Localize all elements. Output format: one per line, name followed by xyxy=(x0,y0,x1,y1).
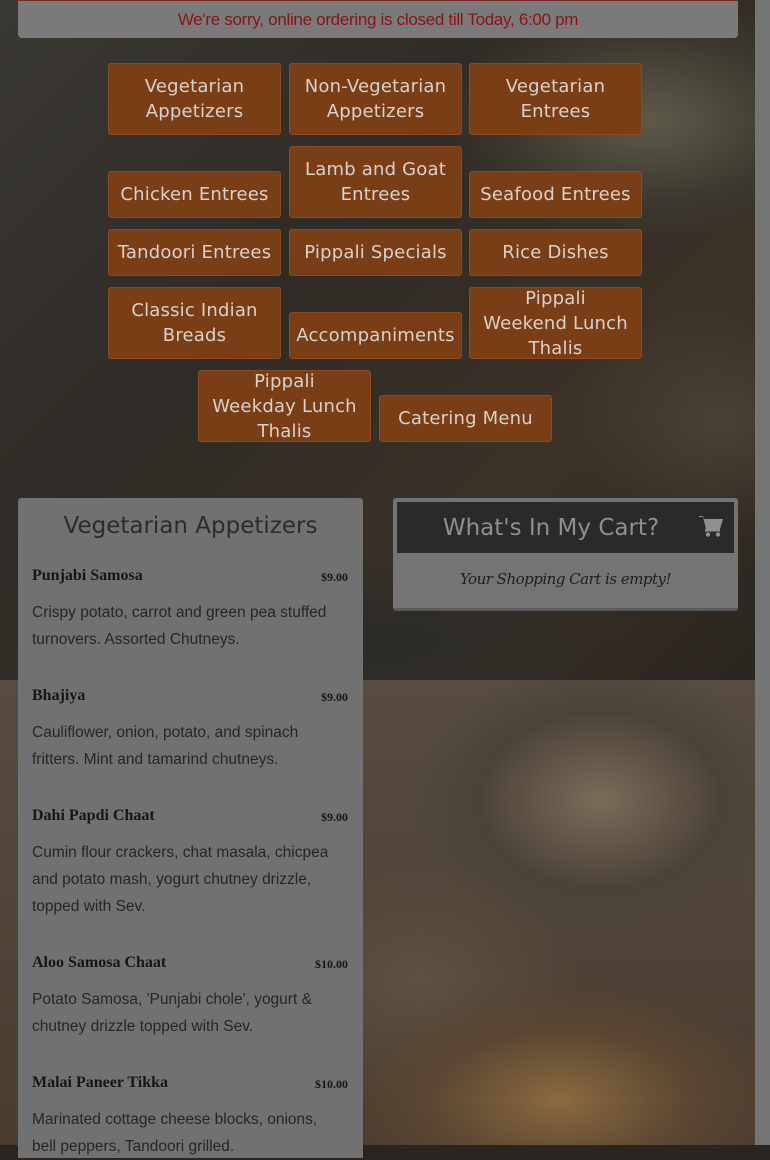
menu-item-name[interactable]: Punjabi Samosa xyxy=(32,567,143,585)
menu-item-description: Potato Samosa, 'Punjabi chole', yogurt &… xyxy=(32,991,312,1035)
category-weekend-lunch-thalis[interactable]: Pippali Weekend Lunch Thalis xyxy=(469,287,642,359)
category-vegetarian-appetizers[interactable]: Vegetarian Appetizers xyxy=(108,63,281,135)
menu-item-price: $9.00 xyxy=(321,690,348,704)
category-lamb-goat-entrees[interactable]: Lamb and Goat Entrees xyxy=(289,146,462,218)
menu-item-price: $9.00 xyxy=(321,570,348,584)
ordering-closed-banner: We're sorry, online ordering is closed t… xyxy=(18,0,738,38)
cart-empty-message: Your Shopping Cart is empty! xyxy=(459,570,672,588)
cart-title: What's In My Cart? xyxy=(442,514,660,541)
cart-header: What's In My Cart? xyxy=(397,502,734,553)
category-non-vegetarian-appetizers[interactable]: Non-Vegetarian Appetizers xyxy=(289,63,462,135)
menu-item-description: Crispy potato, carrot and green pea stuf… xyxy=(32,604,327,648)
shopping-cart-icon[interactable] xyxy=(699,515,724,542)
menu-item-price: $10.00 xyxy=(315,1077,348,1091)
page-scrollbar[interactable] xyxy=(755,0,770,1145)
category-rice-dishes[interactable]: Rice Dishes xyxy=(469,229,642,276)
category-chicken-entrees[interactable]: Chicken Entrees xyxy=(108,171,281,218)
menu-item-description: Cumin flour crackers, chat masala, chicp… xyxy=(32,844,329,915)
menu-item-name[interactable]: Aloo Samosa Chaat xyxy=(32,954,166,972)
menu-item-name[interactable]: Malai Paneer Tikka xyxy=(32,1074,168,1092)
category-seafood-entrees[interactable]: Seafood Entrees xyxy=(469,171,642,218)
category-accompaniments[interactable]: Accompaniments xyxy=(289,312,462,359)
cart-panel: What's In My Cart? Your Shopping Cart is… xyxy=(393,498,738,611)
category-classic-indian-breads[interactable]: Classic Indian Breads xyxy=(108,287,281,359)
menu-item-name[interactable]: Dahi Papdi Chaat xyxy=(32,807,155,825)
menu-item-name[interactable]: Bhajiya xyxy=(32,687,85,705)
category-vegetarian-entrees[interactable]: Vegetarian Entrees xyxy=(469,63,642,135)
category-weekday-lunch-thalis[interactable]: Pippali Weekday Lunch Thalis xyxy=(198,370,371,442)
menu-item-description: Cauliflower, onion, potato, and spinach … xyxy=(32,724,299,768)
category-pippali-specials[interactable]: Pippali Specials xyxy=(289,229,462,276)
menu-section-title: Vegetarian Appetizers xyxy=(63,513,318,539)
menu-item-description: Marinated cottage cheese blocks, onions,… xyxy=(32,1111,318,1155)
category-tandoori-entrees[interactable]: Tandoori Entrees xyxy=(108,229,281,276)
ordering-closed-text: We're sorry, online ordering is closed t… xyxy=(177,9,579,29)
category-catering-menu[interactable]: Catering Menu xyxy=(379,395,552,442)
menu-item-price: $9.00 xyxy=(321,810,348,824)
menu-panel: Vegetarian Appetizers Punjabi Samosa $9.… xyxy=(18,498,363,1158)
menu-item-price: $10.00 xyxy=(315,957,348,971)
